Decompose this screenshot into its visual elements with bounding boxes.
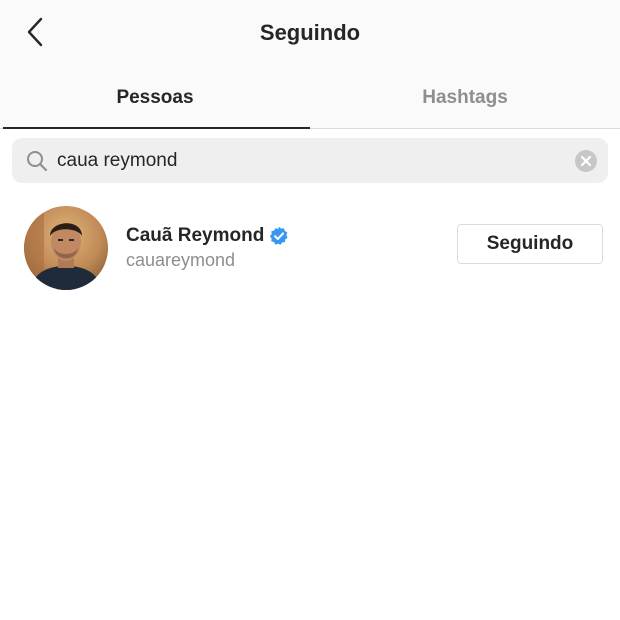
search-bar bbox=[12, 138, 608, 183]
verified-badge-icon bbox=[270, 226, 288, 245]
avatar[interactable] bbox=[24, 206, 108, 290]
user-display-name[interactable]: Cauã Reymond bbox=[126, 225, 264, 247]
search-input[interactable] bbox=[57, 138, 567, 183]
following-screen: Seguindo Pessoas Hashtags caua reymond C… bbox=[0, 0, 620, 620]
user-handle: cauareymond bbox=[126, 250, 236, 270]
clear-icon[interactable] bbox=[575, 150, 597, 172]
user-name-line: Cauã Reymond bbox=[126, 225, 289, 247]
tab-bar: Pessoas Hashtags bbox=[0, 68, 620, 129]
tab-hashtags-label: Hashtags bbox=[422, 87, 508, 108]
tab-pessoas-label: Pessoas bbox=[116, 87, 194, 108]
search-icon bbox=[27, 151, 48, 172]
tab-pessoas[interactable]: Pessoas bbox=[0, 68, 310, 129]
page-title: Seguindo bbox=[259, 20, 361, 45]
active-tab-indicator bbox=[3, 127, 310, 129]
header: Seguindo bbox=[0, 0, 620, 68]
tab-hashtags[interactable]: Hashtags bbox=[310, 68, 620, 128]
avatar-photo bbox=[24, 206, 108, 290]
user-result-row[interactable]: Cauã Reymond cauareymond Seguindo bbox=[0, 200, 620, 296]
following-button[interactable]: Seguindo bbox=[457, 224, 603, 264]
